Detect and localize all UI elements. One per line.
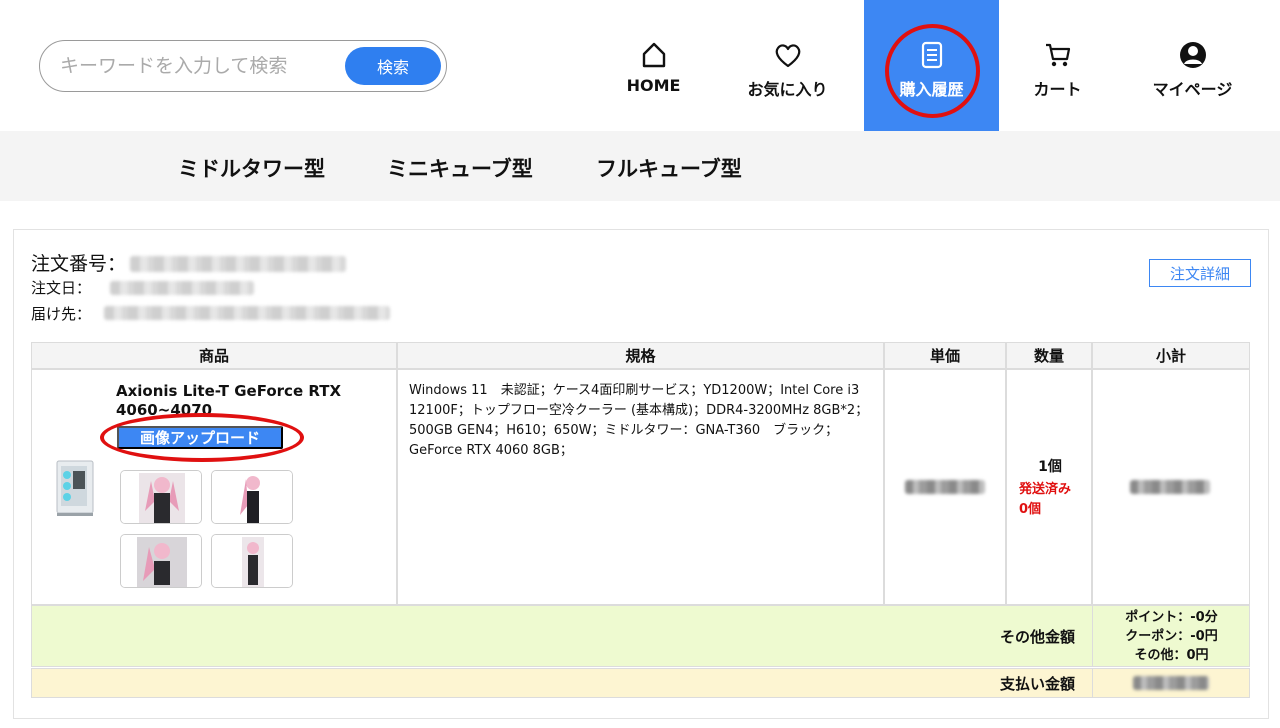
product-name[interactable]: Axionis Lite-T GeForce RTX 4060~4070 [116,382,376,417]
highlight-circle-annotation [885,24,980,118]
nav-favorites[interactable]: お気に入り [720,0,855,131]
payment-amount-label: 支払い金額 [1000,675,1076,693]
nav-mypage-label: マイページ [1152,80,1233,99]
uploaded-image-thumbnail[interactable] [120,470,202,524]
cart-icon [1045,43,1070,67]
payment-amount-redacted [1133,676,1209,690]
nav-favorites-label: お気に入り [747,80,828,99]
uploaded-image-thumbnail[interactable] [120,534,202,588]
quantity-value: 1個 [1038,459,1062,475]
order-number-label: 注文番号： [31,253,127,275]
shipped-status: 発送済み 0個 [1019,480,1071,520]
other-amount-breakdown: ポイント：-0分 クーポン：-0円 その他：0円 [1092,605,1250,667]
order-date-redacted [110,281,254,295]
header-quantity: 数量 [1006,342,1092,369]
category-bar: ミドルタワー型 ミニキューブ型 フルキューブ型 [0,131,1280,201]
header-unit-price: 単価 [884,342,1006,369]
search-input[interactable] [60,51,340,81]
order-detail-button[interactable]: 注文詳細 [1149,259,1251,287]
address-redacted [104,306,390,320]
search-bar: 検索 [39,40,447,92]
header-product: 商品 [31,342,397,369]
highlight-oval-annotation [100,413,304,462]
search-button[interactable]: 検索 [345,47,441,85]
shipped-label: 発送済み [1019,482,1072,497]
header-subtotal: 小計 [1092,342,1250,369]
subtotal-redacted [1130,480,1210,494]
order-date-label: 注文日： [31,279,92,297]
category-full-cube[interactable]: フルキューブ型 [596,153,742,183]
unit-price-redacted [905,480,985,494]
heart-icon [775,44,800,68]
pc-case-image [56,460,94,516]
other-value: その他：0円 [1134,647,1209,663]
nav-home-label: HOME [626,76,681,95]
category-mid-tower[interactable]: ミドルタワー型 [178,153,325,183]
uploaded-image-thumbnail[interactable] [211,534,293,588]
category-mini-cube[interactable]: ミニキューブ型 [387,153,533,183]
nav-mypage[interactable]: マイページ [1125,0,1260,131]
nav-home[interactable]: HOME [586,0,721,131]
points-value: ポイント：-0分 [1125,609,1218,625]
order-number-redacted [130,256,346,272]
shipped-count: 0個 [1019,502,1042,517]
header: 検索 HOME お気に入り 購入履歴 カート マイページ [0,0,1280,131]
header-spec: 規格 [397,342,884,369]
nav-cart[interactable]: カート [990,0,1125,131]
other-amount-label: その他金額 [1000,628,1076,646]
home-icon [642,42,665,68]
address-label: 届け先： [31,305,92,323]
coupon-value: クーポン：-0円 [1125,628,1218,644]
user-icon [1179,42,1206,68]
uploaded-image-thumbnail[interactable] [211,470,293,524]
product-spec-text: Windows 11 未認証；ケース4面印刷サービス；YD1200W；Intel… [409,383,869,458]
nav-cart-label: カート [1033,80,1082,99]
